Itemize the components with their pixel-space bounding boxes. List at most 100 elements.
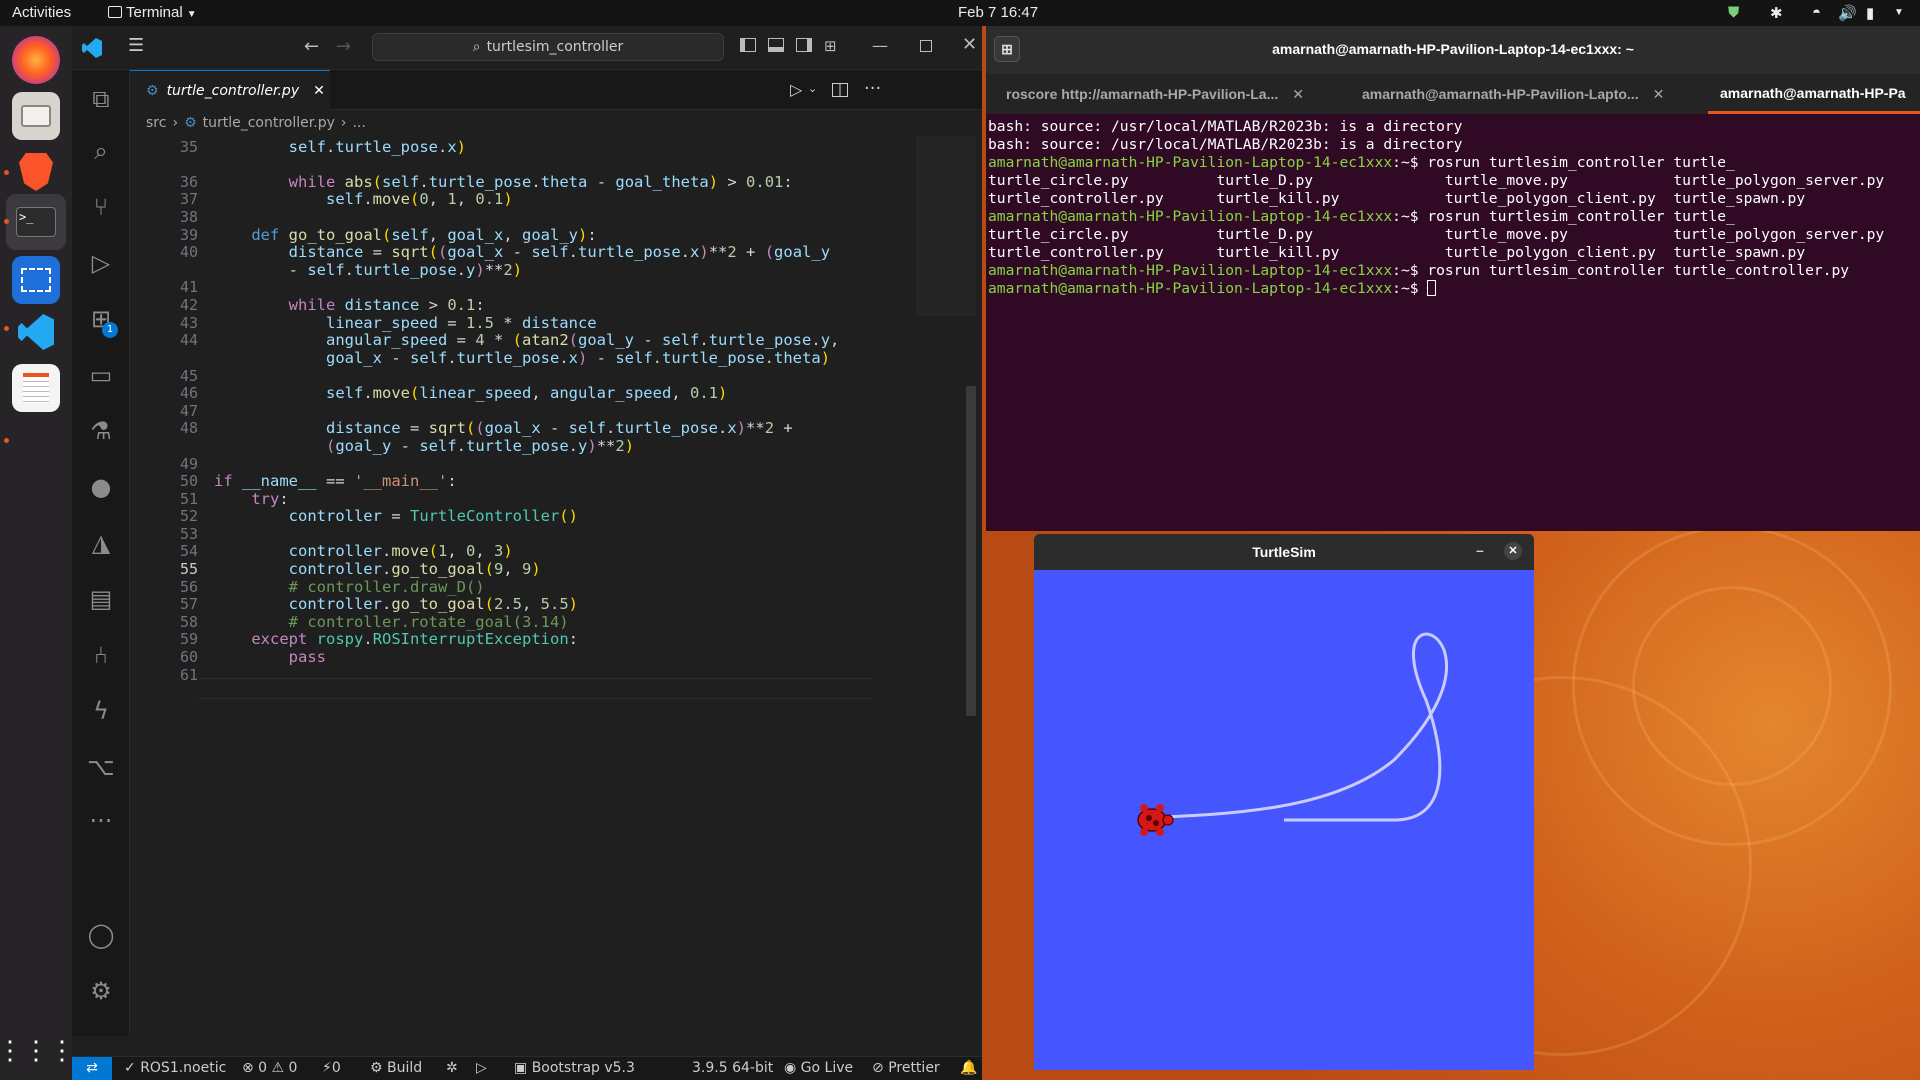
bluetooth-icon[interactable]: ✱: [1770, 4, 1783, 22]
python-interpreter[interactable]: 3.9.5 64-bit: [692, 1060, 773, 1076]
split-editor-icon[interactable]: [832, 83, 848, 97]
close-tab-icon[interactable]: ✕: [1292, 86, 1304, 103]
prettier-indicator[interactable]: ⊘ Prettier: [872, 1060, 940, 1076]
close-tab-icon[interactable]: ✕: [313, 83, 325, 99]
customize-layout-icon[interactable]: ⊞: [824, 37, 837, 55]
explorer-icon[interactable]: ⧉: [72, 76, 130, 122]
thunder-client-icon[interactable]: ϟ: [72, 688, 130, 734]
wifi-icon[interactable]: ◓: [1812, 4, 1821, 21]
toggle-sidebar-icon[interactable]: [740, 38, 756, 52]
forward-icon[interactable]: →: [336, 36, 351, 57]
go-live-button[interactable]: ◉ Go Live: [784, 1060, 853, 1076]
line-number: 59: [179, 630, 198, 648]
line-number: 37: [179, 190, 198, 208]
vscode-dock-icon[interactable]: [12, 308, 60, 356]
go-live-label: Go Live: [800, 1060, 854, 1076]
code-line: try:: [251, 490, 289, 508]
document-viewer-icon[interactable]: [12, 364, 60, 412]
tab-turtle-controller[interactable]: ⚙ turtle_controller.py ✕: [130, 70, 330, 110]
terminal-line: amarnath@amarnath-HP-Pavilion-Laptop-14-…: [988, 154, 1735, 171]
firefox-icon[interactable]: [12, 36, 60, 84]
turtlesim-canvas: [1034, 570, 1534, 1070]
close-tab-icon[interactable]: ✕: [1653, 86, 1665, 103]
line-number: 35: [179, 138, 198, 156]
extensions-icon[interactable]: ⊞ 1: [72, 296, 130, 342]
prompt-suffix: :~$: [1392, 208, 1428, 225]
more-icon[interactable]: ···: [72, 798, 130, 844]
remote-indicator-icon[interactable]: ⇄: [72, 1057, 112, 1080]
app-menu[interactable]: Terminal ▼: [108, 4, 197, 21]
close-icon[interactable]: ✕: [1504, 542, 1522, 560]
run-dropdown-icon[interactable]: ⌄: [808, 82, 817, 95]
code-editor[interactable]: 35 36 37 38 39 40 41 42 43 44 45 46 47 48 49 50 51 52 53 54…: [130, 136, 982, 1036]
line-number: 52: [179, 507, 198, 525]
build-button[interactable]: ⚙ Build: [370, 1060, 422, 1076]
run-icon[interactable]: ▷: [476, 1060, 487, 1076]
run-debug-icon[interactable]: ▷: [72, 240, 130, 286]
code-line: - self.turtle_pose.y)**2): [214, 261, 523, 279]
ros-distro[interactable]: ✓ ROS1.noetic: [124, 1060, 226, 1076]
breadcrumb-file[interactable]: turtle_controller.py: [203, 115, 335, 131]
git-branch-icon[interactable]: ⌥: [72, 744, 130, 790]
system-menu-icon[interactable]: ▼: [1894, 7, 1904, 18]
breadcrumb-symbol[interactable]: ...: [352, 115, 365, 131]
line-number: 46: [179, 384, 198, 402]
ros-icon[interactable]: ◮: [72, 520, 130, 566]
search-icon[interactable]: ⌕: [72, 128, 130, 174]
command: rosrun turtlesim_controller turtle_contr…: [1427, 262, 1850, 279]
ports-indicator[interactable]: ⚡0: [322, 1060, 341, 1076]
testing-icon[interactable]: ⚗: [72, 408, 130, 454]
editor-scrollbar[interactable]: [966, 386, 976, 716]
breadcrumb-folder[interactable]: src: [146, 115, 166, 131]
line-number: 40: [179, 243, 198, 261]
command-center-search[interactable]: ⌕ turtlesim_controller: [372, 33, 724, 61]
notifications-bell-icon[interactable]: 🔔: [960, 1060, 977, 1076]
shield-icon[interactable]: ⛊: [1728, 4, 1739, 21]
back-icon[interactable]: ←: [304, 36, 319, 57]
bootstrap-indicator[interactable]: ▣ Bootstrap v5.3: [514, 1060, 635, 1076]
terminal-tab-roscore[interactable]: roscore http://amarnath-HP-Pavilion-La..…: [1006, 74, 1346, 114]
app-grid-icon[interactable]: ⋮⋮⋮: [0, 1026, 75, 1074]
python-file-icon: ⚙: [146, 82, 159, 99]
terminal-tab-2[interactable]: amarnath@amarnath-HP-Pavilion-Lapto... ✕: [1362, 74, 1692, 114]
minimize-icon[interactable]: –: [1476, 542, 1484, 558]
debug-icon[interactable]: ✲: [446, 1060, 458, 1076]
code-line: self.move(0, 1, 0.1): [325, 190, 513, 208]
toggle-panel-icon[interactable]: [768, 38, 784, 52]
turtle-icon: [1137, 804, 1174, 836]
minimap[interactable]: [916, 136, 976, 316]
account-icon[interactable]: ◯: [72, 912, 130, 958]
settings-gear-icon[interactable]: ⚙: [72, 968, 130, 1014]
dock: >_ ⋮⋮⋮: [0, 26, 75, 1080]
clock[interactable]: Feb 7 16:47: [958, 4, 1038, 21]
terminal-line: turtle_circle.py turtle_D.py turtle_move…: [988, 226, 1885, 243]
problems-indicator[interactable]: ⊗ 0 ⚠ 0: [242, 1060, 297, 1076]
command: rosrun turtlesim_controller turtle_: [1427, 208, 1735, 225]
volume-icon[interactable]: 🔊: [1838, 4, 1857, 22]
vscode-window: ☰ ← → ⌕ turtlesim_controller ⊞ — ✕ ⧉ ⌕ ⑂…: [72, 26, 982, 1080]
prompt-suffix: :~$: [1392, 280, 1428, 297]
folder-icon[interactable]: ▤: [72, 576, 130, 622]
battery-icon[interactable]: ▮: [1866, 4, 1874, 22]
remote-explorer-icon[interactable]: ▭: [72, 352, 130, 398]
terminal-tab-active[interactable]: amarnath@amarnath-HP-Pa: [1708, 74, 1920, 114]
menu-icon[interactable]: ☰: [128, 35, 144, 56]
terminal-dock-icon[interactable]: >_: [6, 194, 66, 250]
git-graph-icon[interactable]: ⑃: [72, 632, 130, 678]
files-icon[interactable]: [12, 92, 60, 140]
activity-bar: ⧉ ⌕ ⑂ ▷ ⊞ 1 ▭ ⚗ ● ◮ ▤ ⑃ ϟ ⌥ ··· ◯ ⚙: [72, 70, 130, 1036]
github-icon[interactable]: ●: [72, 464, 130, 510]
minimize-icon[interactable]: —: [872, 36, 888, 55]
source-control-icon[interactable]: ⑂: [72, 184, 130, 230]
caret-down-icon: ▼: [186, 9, 197, 20]
line-number: 51: [179, 490, 198, 508]
close-icon[interactable]: ✕: [962, 34, 977, 55]
activities-button[interactable]: Activities: [12, 4, 71, 21]
brave-icon[interactable]: [12, 148, 60, 196]
more-actions-icon[interactable]: ···: [864, 78, 881, 99]
run-file-icon[interactable]: ▷: [790, 80, 802, 99]
toggle-secondary-sidebar-icon[interactable]: [796, 38, 812, 52]
screenshot-icon[interactable]: [12, 256, 60, 304]
maximize-icon[interactable]: [920, 40, 932, 52]
line-number: 42: [179, 296, 198, 314]
